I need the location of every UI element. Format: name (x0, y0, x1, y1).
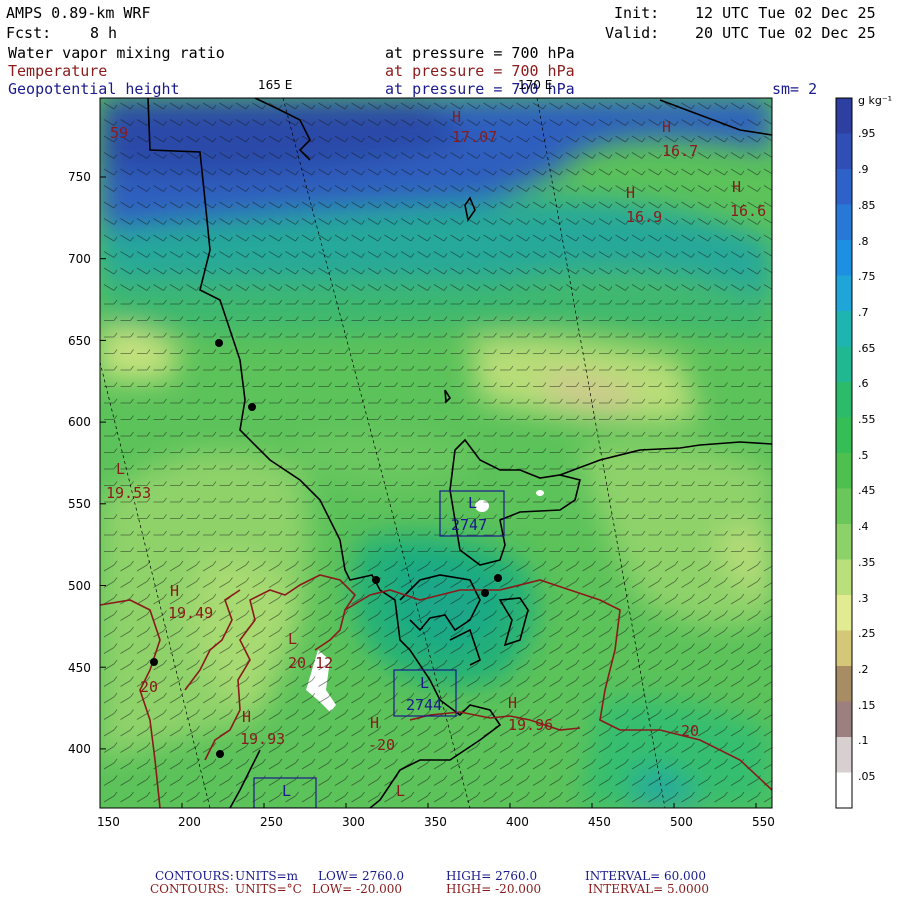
footer-height-units: UNITS=m (235, 869, 299, 883)
y-tick-label: 600 (68, 415, 91, 429)
x-tick-label: 200 (178, 815, 201, 829)
colorbar-swatch (836, 453, 852, 489)
x-tick-label: 500 (670, 815, 693, 829)
high-mark-3: H (626, 184, 636, 202)
colorbar-level: .4 (858, 520, 869, 533)
isotherm-label-2: 20 (140, 678, 159, 696)
high-mark-1: H (452, 108, 462, 126)
colorbar-swatch (836, 346, 852, 383)
colorbar-swatch (836, 524, 852, 560)
colorbar-swatch (836, 169, 852, 205)
colorbar-swatch (836, 204, 852, 241)
colorbar-level: .55 (858, 413, 876, 426)
low-value-1: 19.53 (106, 484, 152, 502)
high-mark-5: H (170, 582, 180, 600)
isotherm-label-1: -20 (672, 722, 700, 740)
x-tick-label: 150 (97, 815, 120, 829)
colorbar-swatch (836, 559, 852, 596)
colorbar-level: .35 (858, 556, 876, 569)
x-tick-label: 350 (424, 815, 447, 829)
colorbar-level: .5 (858, 449, 869, 462)
colorbar-level: .25 (858, 627, 876, 640)
colorbar-swatch (836, 382, 852, 418)
colorbar-level: .85 (858, 199, 876, 212)
high-value-1: 17.07 (452, 128, 498, 146)
low-value-2: 20.12 (288, 654, 334, 672)
footer-height-interval: INTERVAL= 60.000 (585, 869, 706, 883)
low-mark-2: L (288, 630, 298, 648)
colorbar-level: .2 (858, 663, 869, 676)
colorbar-swatch (836, 311, 852, 347)
high-value-6: 19.93 (240, 730, 286, 748)
colorbar-level: .65 (858, 342, 876, 355)
colorbar-level: .05 (858, 770, 876, 783)
colorbar-swatch (836, 488, 852, 525)
low-value-3: 2747 (451, 516, 488, 534)
colorbar-swatch (836, 98, 852, 134)
x-tick-label: 550 (752, 815, 775, 829)
colorbar-swatch (836, 417, 852, 454)
low-mark-6: L (396, 782, 406, 800)
y-tick-label: 400 (68, 742, 91, 756)
corner-value-label: 59 (110, 124, 129, 142)
low-mark-1: L (116, 460, 126, 478)
y-tick-label: 650 (68, 334, 91, 348)
high-value-8: 19.96 (508, 716, 554, 734)
colorbar-swatch (836, 630, 852, 667)
colorbar-swatch (836, 275, 852, 312)
high-mark-2: H (662, 118, 672, 136)
low-value-4: 2744 (406, 696, 443, 714)
high-value-3: 16.9 (626, 208, 663, 226)
footer-height-high: HIGH= 2760.0 (446, 869, 538, 883)
colorbar-swatch (836, 133, 852, 170)
y-tick-label: 750 (68, 170, 91, 184)
colorbar-swatch (836, 772, 852, 809)
footer-temp-high: HIGH= -20.000 (446, 882, 542, 896)
high-value-5: 19.49 (168, 604, 214, 622)
low-mark-5: L (282, 782, 292, 800)
colorbar (835, 97, 853, 809)
footer-height-low: LOW= 2760.0 (318, 869, 404, 883)
x-tick-label: 250 (260, 815, 283, 829)
x-tick-label: 400 (506, 815, 529, 829)
colorbar-swatch (836, 737, 852, 773)
high-value-4: 16.6 (730, 202, 767, 220)
colorbar-swatch (836, 240, 852, 276)
x-tick-label: 300 (342, 815, 365, 829)
high-mark-6: H (242, 708, 252, 726)
colorbar-level: .45 (858, 484, 876, 497)
colorbar-level: .95 (858, 127, 876, 140)
colorbar-level: .7 (858, 306, 869, 319)
footer-temp-low: LOW= -20.000 (312, 882, 403, 896)
y-tick-label: 450 (68, 661, 91, 675)
x-tick-label: 450 (588, 815, 611, 829)
colorbar-level: .15 (858, 699, 876, 712)
y-tick-label: 500 (68, 579, 91, 593)
colorbar-level: .6 (858, 377, 869, 390)
high-value-2: 16.7 (662, 142, 699, 160)
footer-temp-interval: INTERVAL= 5.0000 (588, 882, 709, 896)
colorbar-level: .3 (858, 592, 869, 605)
colorbar-level: .9 (858, 163, 869, 176)
colorbar-units: g kg⁻¹ (858, 94, 893, 107)
y-tick-label: 550 (68, 497, 91, 511)
high-mark-4: H (732, 178, 742, 196)
footer-temp-label: CONTOURS: (150, 882, 229, 896)
colorbar-level: .1 (858, 734, 869, 747)
high-value-7: -20 (368, 736, 396, 754)
colorbar-level: .75 (858, 270, 876, 283)
footer-height-label: CONTOURS: (155, 869, 234, 883)
colorbar-swatch (836, 595, 852, 631)
low-mark-3: L (468, 494, 478, 512)
low-mark-4: L (420, 674, 430, 692)
map-canvas (99, 97, 853, 809)
y-tick-label: 700 (68, 252, 91, 266)
footer-temp-units: UNITS=°C (235, 882, 302, 896)
high-mark-8: H (508, 694, 518, 712)
high-mark-7: H (370, 714, 380, 732)
colorbar-swatch (836, 666, 852, 702)
colorbar-level: .8 (858, 235, 869, 248)
colorbar-swatch (836, 701, 852, 738)
